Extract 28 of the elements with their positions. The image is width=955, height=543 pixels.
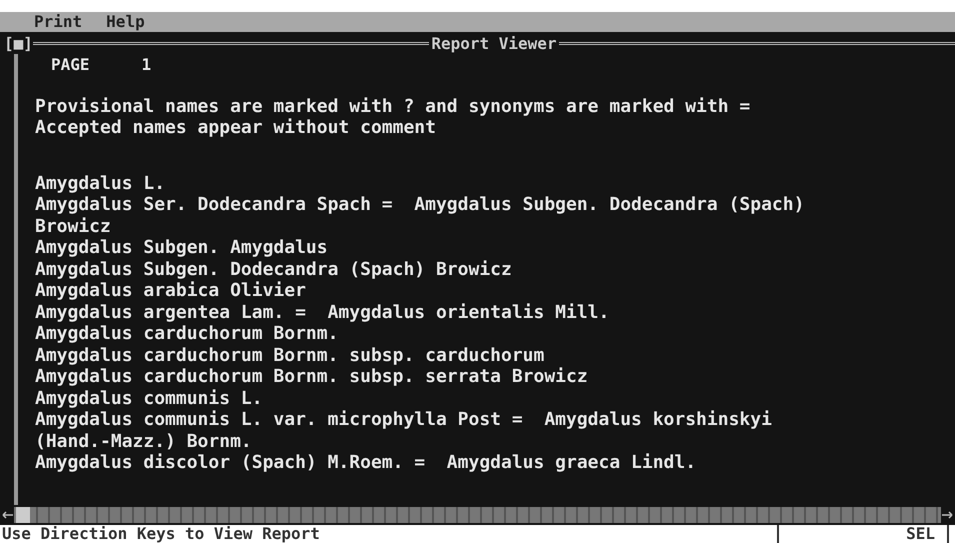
report-line: Amygdalus discolor (Spach) M.Roem. = Amygdalus graeca Lindl. — [35, 452, 698, 474]
close-box[interactable]: [■] — [0, 34, 33, 52]
menu-item[interactable]: Print — [34, 12, 82, 32]
report-line: Browicz — [35, 216, 112, 237]
report-line: Amygdalus communis L. var. microphylla Post = Amygdalus korshinskyi — [35, 409, 773, 430]
report-line: Amygdalus carduchorum Bornm. — [35, 323, 340, 344]
status-mode: SEL — [779, 525, 949, 543]
left-arrow-icon[interactable] — [2, 511, 14, 519]
report-line: Amygdalus carduchorum Bornm. subsp. carduchorum — [35, 344, 546, 366]
report-line: Amygdalus arabica Olivier — [35, 280, 307, 302]
report-line: Amygdalus L. — [35, 172, 166, 194]
legend-text: Provisional names are marked with ? and synonyms are marked with = — [35, 96, 752, 117]
status-message: Use Direction Keys to View Report — [0, 525, 779, 543]
report-line: Amygdalus Subgen. Amygdalus — [35, 237, 329, 258]
legend-text: Accepted names appear without comment — [35, 117, 437, 138]
horizontal-scrollbar[interactable] — [14, 507, 941, 523]
page-label: PAGE — [51, 55, 90, 74]
window-title: Report Viewer — [430, 34, 558, 52]
report-line: Amygdalus carduchorum Bornm. subsp. serrata Browicz — [35, 366, 589, 388]
report-line: Amygdalus communis L. — [35, 388, 264, 409]
right-arrow-icon[interactable] — [941, 511, 953, 519]
report-line: Amygdalus Subgen. Dodecandra (Spach) Browicz — [35, 258, 513, 280]
report-line: Amygdalus Ser. Dodecandra Spach = Amygdalus Subgen. Dodecandra (Spach) — [35, 194, 806, 216]
menu-item[interactable]: Help — [106, 12, 145, 32]
page-number: 1 — [142, 55, 152, 74]
scroll-thumb[interactable] — [16, 507, 30, 523]
report-line: Amygdalus argentea Lam. = Amygdalus orientalis Mill. — [35, 302, 610, 323]
report-line: (Hand.-Mazz.) Bornm. — [35, 430, 253, 452]
